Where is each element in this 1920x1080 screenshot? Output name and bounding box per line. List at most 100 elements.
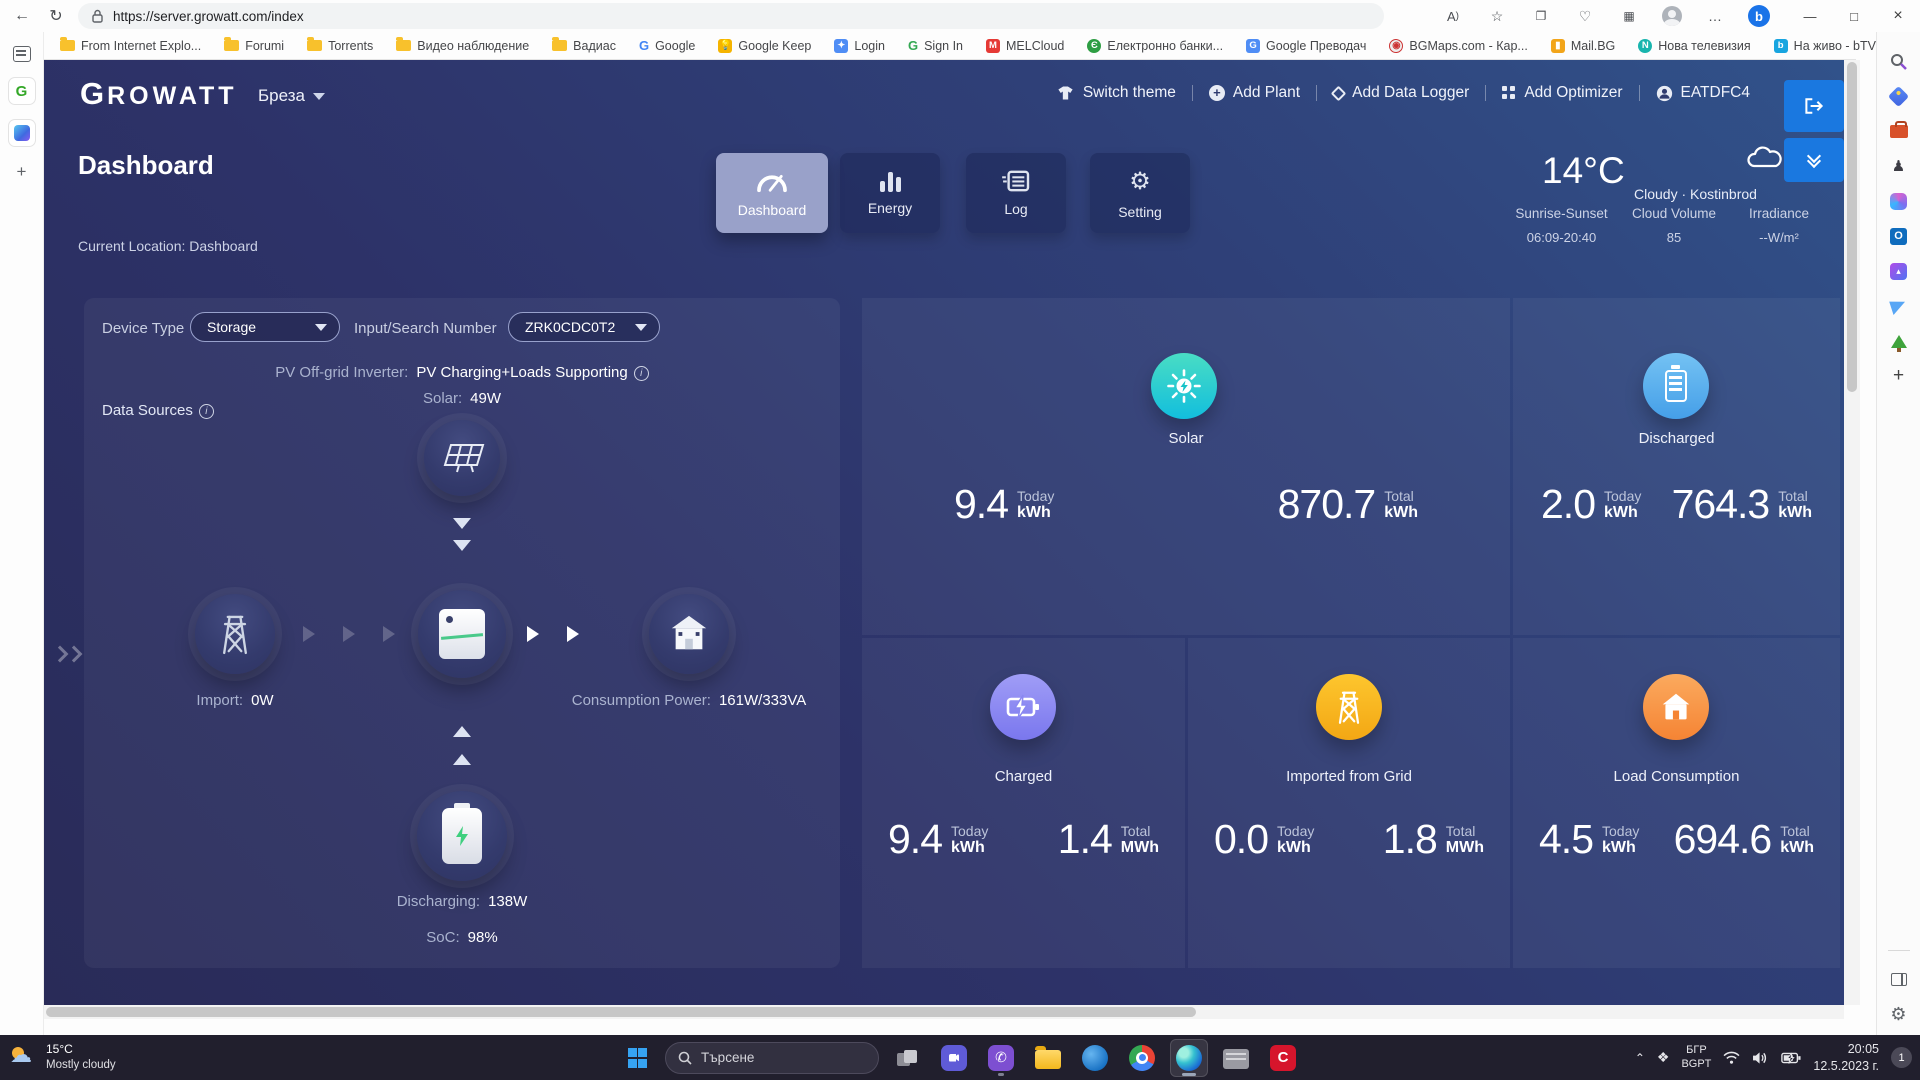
info-icon[interactable] xyxy=(199,404,214,419)
tab-actions-icon[interactable] xyxy=(13,46,31,62)
battery-icon[interactable] xyxy=(1781,1052,1801,1064)
device-type-dropdown[interactable]: Storage xyxy=(190,312,340,342)
stat-values: 4.5 TodaykWh 694.6 TotalkWh xyxy=(1513,816,1840,863)
diamond-icon xyxy=(1331,85,1347,101)
sidebar-m365-icon[interactable] xyxy=(1888,190,1910,212)
horizontal-scrollbar-thumb[interactable] xyxy=(46,1007,1196,1017)
language-indicator[interactable]: БГРBGPT xyxy=(1681,1044,1711,1072)
sidebar-outlook-icon[interactable] xyxy=(1888,225,1910,247)
start-button[interactable] xyxy=(618,1039,656,1077)
sidebar-games-icon[interactable]: ♟ xyxy=(1888,155,1910,177)
sidebar-tools-icon[interactable] xyxy=(1888,120,1910,142)
collections-icon[interactable]: ❐ xyxy=(1530,5,1552,27)
add-optimizer-button[interactable]: Add Optimizer xyxy=(1486,84,1638,102)
sidebar-drop-icon[interactable] xyxy=(1888,295,1910,317)
maximize-button[interactable]: □ xyxy=(1832,0,1876,32)
close-button[interactable]: × xyxy=(1876,0,1920,32)
info-icon[interactable] xyxy=(634,366,649,381)
tab-growatt[interactable]: G xyxy=(9,78,35,104)
clock[interactable]: 20:0512.5.2023 г. xyxy=(1813,1041,1879,1075)
taskbar-search[interactable]: Търсене xyxy=(665,1042,879,1074)
task-view-icon xyxy=(897,1050,917,1066)
extensions-icon[interactable]: ▦ xyxy=(1618,5,1640,27)
weather-condition: Cloudy · Kostinbrod xyxy=(1634,186,1844,202)
bookmark-item[interactable]: Forumi xyxy=(224,39,284,53)
edge-button[interactable] xyxy=(1170,1039,1208,1077)
add-data-logger-button[interactable]: Add Data Logger xyxy=(1317,84,1485,102)
sidebar-tree-icon[interactable] xyxy=(1888,330,1910,352)
bookmark-item[interactable]: From Internet Explo... xyxy=(60,39,201,53)
bottom-gap xyxy=(44,1019,1860,1035)
chrome-button[interactable] xyxy=(1123,1039,1161,1077)
file-explorer-button[interactable] xyxy=(1029,1039,1067,1077)
right-gap xyxy=(1860,60,1876,1035)
bookmark-item[interactable]: GGoogle xyxy=(639,38,695,53)
back-icon[interactable]: ← xyxy=(8,3,36,29)
browser-essentials-icon[interactable]: ♡ xyxy=(1574,5,1596,27)
home-node xyxy=(649,594,729,674)
bookmark-item[interactable]: MMELCloud xyxy=(986,39,1064,53)
bookmark-item[interactable]: GGoogle Преводач xyxy=(1246,39,1366,53)
tab-setting[interactable]: Setting xyxy=(1090,153,1190,233)
plant-selector[interactable]: Бреза xyxy=(258,86,325,106)
bookmark-item[interactable]: ◉BGMaps.com - Кар... xyxy=(1389,39,1527,53)
task-view-button[interactable] xyxy=(888,1039,926,1077)
touch-keyboard-button[interactable] xyxy=(1217,1039,1255,1077)
logout-button[interactable] xyxy=(1784,80,1844,132)
sidebar-settings-icon[interactable]: ⚙ xyxy=(1888,1003,1910,1025)
bookmark-item[interactable]: GSign In xyxy=(908,38,963,53)
vertical-scrollbar-thumb[interactable] xyxy=(1847,62,1857,392)
bookmark-item[interactable]: 💡Google Keep xyxy=(718,39,811,53)
notification-badge[interactable]: 1 xyxy=(1891,1047,1912,1068)
favorites-star-icon[interactable]: ☆ xyxy=(1486,5,1508,27)
address-bar[interactable]: https://server.growatt.com/index xyxy=(78,3,1384,29)
search-number-dropdown[interactable]: ZRK0CDC0T2 xyxy=(508,312,660,342)
sidebar-shopping-icon[interactable] xyxy=(1888,85,1910,107)
bookmark-item[interactable]: ЄЕлектронно банки... xyxy=(1087,39,1223,53)
settings-menu-icon[interactable]: … xyxy=(1704,5,1726,27)
tab-dashboard[interactable]: Dashboard xyxy=(716,153,828,233)
viber-app-button[interactable] xyxy=(982,1039,1020,1077)
wifi-icon[interactable] xyxy=(1723,1051,1740,1064)
red-c-app-button[interactable] xyxy=(1264,1039,1302,1077)
dropbox-icon[interactable]: ❖ xyxy=(1657,1049,1670,1066)
tab-other[interactable] xyxy=(9,120,35,146)
bookmark-item[interactable]: Вадиас xyxy=(552,39,616,53)
add-plant-button[interactable]: +Add Plant xyxy=(1193,84,1316,102)
tab-energy[interactable]: Energy xyxy=(840,153,940,233)
bookmark-item[interactable]: Torrents xyxy=(307,39,373,53)
system-tray: ⌃ ❖ БГРBGPT 20:0512.5.2023 г. 1 xyxy=(1635,1041,1912,1075)
sidebar-add-icon[interactable]: + xyxy=(1888,365,1910,387)
read-aloud-icon[interactable]: A) xyxy=(1442,5,1464,27)
taskbar-weather-widget[interactable]: ☁ 15°C Mostly cloudy xyxy=(10,1042,116,1073)
switch-theme-button[interactable]: Switch theme xyxy=(1040,84,1192,102)
profile-avatar[interactable] xyxy=(1662,6,1682,26)
thunderbird-button[interactable] xyxy=(1076,1039,1114,1077)
bookmark-label: Mail.BG xyxy=(1571,39,1615,53)
screen: ← ↻ https://server.growatt.com/index A) … xyxy=(0,0,1920,1080)
new-tab-button[interactable]: + xyxy=(17,162,27,182)
speaker-icon[interactable] xyxy=(1752,1051,1769,1065)
bookmark-item[interactable]: ✦Login xyxy=(834,39,885,53)
refresh-icon[interactable]: ↻ xyxy=(42,3,70,29)
bookmark-item[interactable]: NНова телевизия xyxy=(1638,39,1750,53)
melcloud-icon: M xyxy=(986,39,1000,53)
minimize-button[interactable]: — xyxy=(1788,0,1832,32)
sidebar-designer-icon[interactable] xyxy=(1888,260,1910,282)
tray-overflow-icon[interactable]: ⌃ xyxy=(1635,1051,1645,1065)
sidebar-panel-icon[interactable] xyxy=(1888,968,1910,990)
solar-panel-node xyxy=(424,420,500,496)
bolt-icon xyxy=(455,826,469,846)
bookmark-item[interactable]: Видео наблюдение xyxy=(396,39,529,53)
gear-icon xyxy=(1129,167,1151,196)
bookmark-item[interactable]: ▮Mail.BG xyxy=(1551,39,1615,53)
flow-right-arrow xyxy=(383,626,395,642)
flow-up-arrow xyxy=(453,726,471,737)
sidebar-search-icon[interactable] xyxy=(1888,50,1910,72)
meet-app-button[interactable] xyxy=(935,1039,973,1077)
expand-panel-button[interactable] xyxy=(54,648,80,660)
collapse-button[interactable] xyxy=(1784,138,1844,182)
account-button[interactable]: EATDFC4 xyxy=(1640,84,1766,102)
tab-log[interactable]: Log xyxy=(966,153,1066,233)
bing-chat-icon[interactable]: b xyxy=(1748,5,1770,27)
